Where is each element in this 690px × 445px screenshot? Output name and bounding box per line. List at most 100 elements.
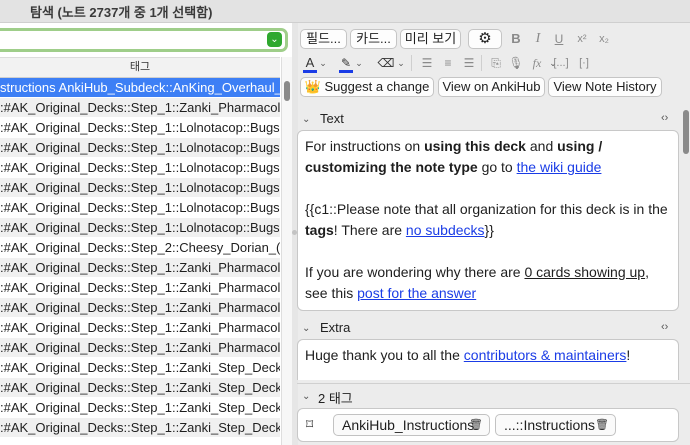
- function-icon: fx: [532, 56, 542, 70]
- clear-formatting-button[interactable]: ⌫: [376, 53, 396, 73]
- text-color-icon: A: [305, 55, 315, 70]
- table-row[interactable]: structions AnkiHub_Subdeck::AnKing_Overh…: [0, 78, 280, 98]
- table-row[interactable]: :#AK_Original_Decks::Step_1::Zanki_Step_…: [0, 358, 280, 378]
- table-scrollbar-thumb[interactable]: [284, 81, 290, 101]
- clear-formatting-dropdown[interactable]: ⌄: [396, 53, 406, 73]
- text-color-swatch: [303, 70, 317, 73]
- table-row[interactable]: :#AK_Original_Decks::Step_1::Zanki_Step_…: [0, 418, 280, 438]
- suggest-change-button[interactable]: 👑 Suggest a change: [300, 77, 434, 97]
- underline-button[interactable]: U: [549, 29, 569, 49]
- text-field-label: Text: [320, 111, 344, 126]
- text-run: and: [525, 138, 558, 154]
- table-row[interactable]: :#AK_Original_Decks::Step_2::Cheesy_Dori…: [0, 238, 280, 258]
- collapse-tags[interactable]: ⌄: [302, 391, 310, 402]
- superscript-button[interactable]: x²: [572, 29, 592, 49]
- chevron-down-icon: ⌄: [302, 114, 311, 125]
- contributors-link[interactable]: contributors & maintainers: [464, 347, 627, 363]
- text-paragraph-1: For instructions on using this deck and …: [305, 136, 671, 178]
- text-run: If you are wondering why there are: [305, 264, 525, 280]
- table-row[interactable]: :#AK_Original_Decks::Step_1::Zanki_Pharm…: [0, 258, 280, 278]
- text-color-button[interactable]: A: [300, 53, 320, 73]
- table-row[interactable]: :#AK_Original_Decks::Step_1::Lolnotacop:…: [0, 138, 280, 158]
- text-field-editor[interactable]: For instructions on using this deck and …: [297, 130, 679, 311]
- fields-button[interactable]: 필드...: [300, 29, 347, 49]
- subscript-button[interactable]: x₂: [594, 29, 614, 49]
- gear-icon: ⚙: [478, 30, 492, 47]
- text-run: ! There are: [333, 222, 406, 238]
- extra-field-label: Extra: [320, 320, 351, 335]
- toolbar-divider: [481, 55, 482, 71]
- post-answer-link[interactable]: post for the answer: [357, 285, 476, 301]
- eraser-icon: ⌫: [377, 56, 395, 70]
- mathjax-button[interactable]: fx: [527, 53, 547, 73]
- table-row[interactable]: :#AK_Original_Decks::Step_1::Zanki_Step_…: [0, 398, 280, 418]
- suggest-change-label: Suggest a change: [324, 79, 430, 94]
- text-color-dropdown[interactable]: ⌄: [318, 53, 328, 73]
- chevron-down-icon: ⌄: [397, 58, 405, 68]
- view-note-history-button[interactable]: View Note History: [548, 77, 662, 97]
- record-audio-button[interactable]: 🎙: [506, 53, 526, 73]
- text-run: !: [626, 347, 631, 363]
- paperclip-icon: ⎘: [491, 56, 501, 70]
- editor-scrollbar[interactable]: [683, 104, 690, 445]
- search-dropdown-button[interactable]: ⌄: [267, 32, 282, 47]
- note-options-button[interactable]: ⚙: [468, 29, 502, 49]
- attach-button[interactable]: ⎘: [486, 53, 506, 73]
- table-row[interactable]: :#AK_Original_Decks::Step_1::Lolnotacop:…: [0, 118, 280, 138]
- table-row[interactable]: :#AK_Original_Decks::Step_1::Lolnotacop:…: [0, 198, 280, 218]
- html-editor-button[interactable]: [·]: [574, 53, 594, 73]
- tag-chip-label: ...::Instructions: [504, 417, 596, 433]
- window-title: 탐색 (노트 2737개 중 1개 선택함): [30, 5, 213, 20]
- editor-scrollbar-thumb[interactable]: [683, 110, 689, 154]
- bulleted-list-button[interactable]: ☰: [417, 53, 437, 73]
- extra-field-editor[interactable]: Huge thank you to all the contributors &…: [297, 339, 679, 380]
- search-box[interactable]: ⌄: [0, 28, 288, 52]
- collapse-text-field[interactable]: ⌄: [302, 114, 310, 125]
- tag-icon: ⌑: [306, 416, 314, 432]
- chevron-down-icon: ⌄: [302, 323, 311, 334]
- table-row[interactable]: :#AK_Original_Decks::Step_1::Zanki_Pharm…: [0, 338, 280, 358]
- table-row[interactable]: :#AK_Original_Decks::Step_1::Zanki_Pharm…: [0, 298, 280, 318]
- tags-divider: [297, 383, 690, 384]
- cloze-icon: [...]: [553, 57, 569, 69]
- align-icon: ☰: [463, 56, 475, 70]
- trash-icon[interactable]: 🗑: [469, 415, 483, 435]
- text-bold-run: using this deck: [424, 138, 526, 154]
- view-on-ankihub-button[interactable]: View on AnkiHub: [438, 77, 545, 97]
- wiki-guide-link[interactable]: the wiki guide: [517, 159, 602, 175]
- toolbar-divider: [411, 55, 412, 71]
- tag-chip[interactable]: AnkiHub_Instructions 🗑: [333, 414, 490, 436]
- chevron-down-icon: ⌄: [270, 34, 279, 45]
- tag-chip-label: AnkiHub_Instructions: [342, 417, 475, 433]
- highlight-color-dropdown[interactable]: ⌄: [354, 53, 364, 73]
- numbered-list-button[interactable]: ≡: [438, 53, 458, 73]
- trash-icon[interactable]: 🗑: [595, 415, 609, 435]
- numbered-list-icon: ≡: [444, 56, 452, 70]
- bold-button[interactable]: B: [506, 29, 526, 49]
- table-row[interactable]: :#AK_Original_Decks::Step_1::Zanki_Pharm…: [0, 318, 280, 338]
- collapse-extra-field[interactable]: ⌄: [302, 323, 310, 334]
- column-header-tags[interactable]: 태그: [0, 57, 280, 78]
- table-row[interactable]: :#AK_Original_Decks::Step_1::Zanki_Step_…: [0, 378, 280, 398]
- italic-button[interactable]: I: [528, 29, 548, 49]
- cards-button[interactable]: 카드...: [350, 29, 397, 49]
- search-input[interactable]: [3, 31, 262, 51]
- text-paragraph-2: {{c1::Please note that all organization …: [305, 199, 671, 241]
- no-subdecks-link[interactable]: no subdecks: [406, 222, 485, 238]
- table-row[interactable]: :#AK_Original_Decks::Step_1::Lolnotacop:…: [0, 158, 280, 178]
- table-row[interactable]: :#AK_Original_Decks::Step_1::Lolnotacop:…: [0, 178, 280, 198]
- tag-chip[interactable]: ...::Instructions 🗑: [495, 414, 616, 436]
- highlight-color-button[interactable]: ✎: [336, 53, 356, 73]
- table-row[interactable]: :#AK_Original_Decks::Step_1::Lolnotacop:…: [0, 218, 280, 238]
- table-row[interactable]: :#AK_Original_Decks::Step_1::Zanki_Pharm…: [0, 98, 280, 118]
- cloze-button[interactable]: [...]: [551, 53, 571, 73]
- toggle-html-extra[interactable]: ‹›: [661, 321, 668, 333]
- preview-button[interactable]: 미리 보기: [400, 29, 461, 49]
- text-run: go to: [477, 159, 517, 175]
- table-row[interactable]: :#AK_Original_Decks::Step_1::Zanki_Pharm…: [0, 278, 280, 298]
- alignment-button[interactable]: ☰: [459, 53, 479, 73]
- text-run: Huge thank you to all the: [305, 347, 464, 363]
- toggle-html-text[interactable]: ‹›: [661, 112, 668, 124]
